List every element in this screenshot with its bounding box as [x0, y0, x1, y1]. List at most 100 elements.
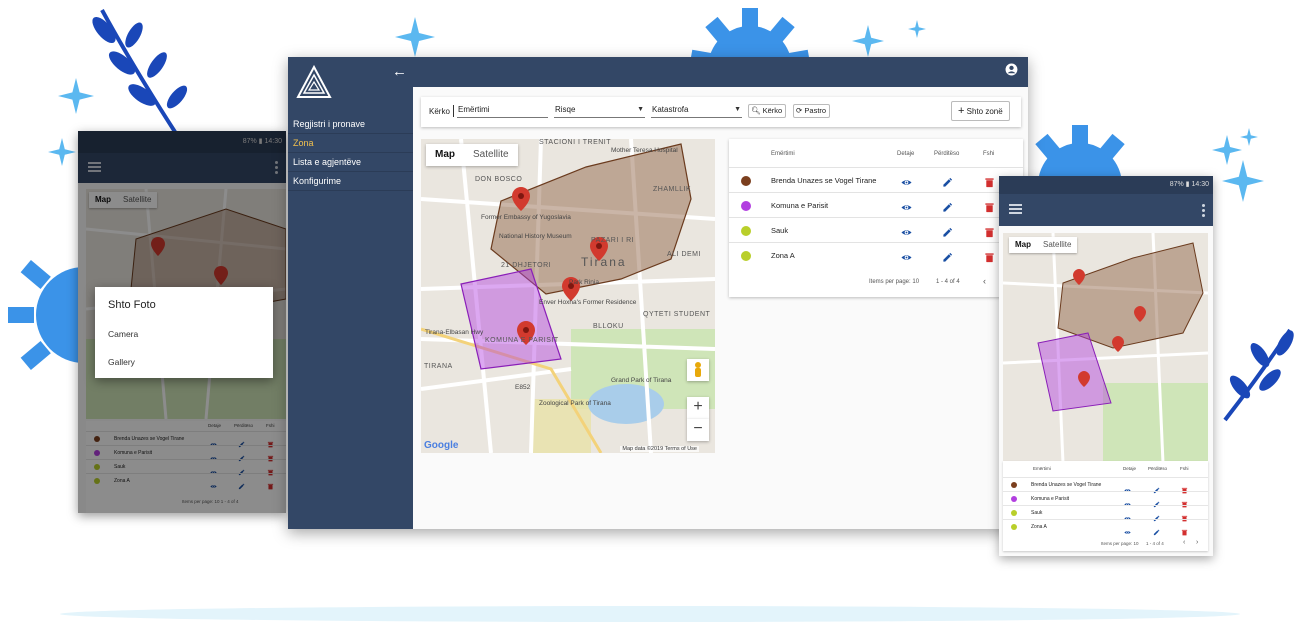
leaf-branch-icon: [1223, 328, 1294, 422]
map-label: DON BOSCO: [475, 176, 523, 183]
menu-icon[interactable]: [1009, 204, 1022, 215]
zoom-in-button[interactable]: +: [687, 397, 709, 419]
column-header-delete: Fshi: [1180, 466, 1189, 471]
zone-color-swatch: [741, 176, 751, 186]
map-label: QYTETI STUDENT: [643, 311, 711, 318]
filter-toolbar: Kërko Emërtimi Risqe ▼ Katastrofa ▼ 🔍︎ K…: [421, 97, 1021, 127]
sidebar-item-property-registry[interactable]: Regjistri i pronave: [288, 115, 413, 134]
map-label: PAZARI I RI: [591, 237, 635, 244]
clear-button[interactable]: ⟳ Pastro: [793, 104, 831, 118]
name-input-placeholder: Emërtimi: [458, 105, 490, 114]
column-header-edit: Përditëso: [1148, 466, 1168, 471]
street-view-pegman-icon[interactable]: [687, 359, 709, 381]
floor-shadow: [60, 606, 1240, 622]
delete-icon[interactable]: [984, 175, 995, 193]
sparkle-icon: [48, 138, 76, 166]
zone-color-swatch: [1011, 510, 1017, 516]
view-details-icon[interactable]: [901, 175, 912, 193]
map-tab[interactable]: Map: [426, 144, 464, 166]
risk-select[interactable]: Risqe ▼: [554, 103, 645, 118]
add-zone-label: Shto zonë: [966, 107, 1003, 116]
edit-icon[interactable]: [942, 250, 953, 268]
map-label: STACIONI I TRENIT: [539, 139, 612, 146]
sparkle-icon: [395, 17, 435, 57]
search-button[interactable]: 🔍︎ Kërko: [748, 104, 787, 118]
edit-icon[interactable]: [942, 225, 953, 243]
delete-icon[interactable]: [984, 250, 995, 268]
map-label: Tirana: [581, 255, 627, 269]
chevron-right-icon[interactable]: ›: [1196, 539, 1198, 546]
table-row: Sauk: [729, 217, 1023, 242]
view-details-icon[interactable]: [1124, 523, 1131, 541]
edit-icon[interactable]: [942, 175, 953, 193]
back-arrow-icon[interactable]: ←: [392, 63, 407, 81]
plus-icon: +: [958, 105, 965, 117]
map-label: Enver Hoxha's Former Residence: [539, 299, 637, 306]
disaster-select[interactable]: Katastrofa ▼: [651, 103, 742, 118]
map-label: Mother Teresa Hospital: [611, 147, 678, 154]
sidebar-item-agents[interactable]: Lista e agjentëve: [288, 153, 413, 172]
edit-icon[interactable]: [1153, 523, 1160, 541]
table-row: Zona A: [729, 242, 1023, 267]
marketing-stage: 87% ▮ 14:30 Map Satellite Detaje Përditë…: [0, 0, 1297, 629]
zones-map[interactable]: STACIONI I TRENIT DON BOSCO ZHAMLLIK Mot…: [421, 139, 715, 453]
status-text: 87% ▮ 14:30: [1169, 181, 1209, 188]
map-canvas: [1003, 233, 1208, 463]
camera-option[interactable]: Camera: [108, 329, 138, 339]
map-label: Former Embassy of Yugoslavia: [481, 214, 571, 221]
map-label: KOMUNA E PARISIT: [485, 337, 559, 344]
table-row: Komuna e Parisit: [1003, 491, 1208, 508]
map-label: ALI DEMI: [667, 251, 701, 258]
sparkle-icon: [1222, 160, 1264, 202]
chevron-left-icon[interactable]: ‹: [983, 276, 986, 286]
sidebar-item-zones[interactable]: Zona: [288, 134, 413, 153]
view-details-icon[interactable]: [901, 200, 912, 218]
search-label: Kërko: [429, 107, 450, 116]
map-type-toggle: Map Satellite: [1009, 237, 1078, 253]
items-per-page[interactable]: Items per page: 10: [869, 279, 919, 285]
disaster-select-value: Katastrofa: [652, 105, 689, 114]
app-bar: [999, 194, 1213, 226]
zone-color-swatch: [1011, 482, 1017, 488]
map-marker-icon: [1112, 336, 1124, 352]
satellite-tab[interactable]: Satellite: [464, 144, 518, 166]
edit-icon[interactable]: [942, 200, 953, 218]
map-attribution[interactable]: Map data ©2019 Terms of Use: [620, 446, 699, 452]
column-header-name: Emërtimi: [1033, 466, 1051, 471]
zone-name: Komuna e Parisit: [771, 201, 829, 210]
app-logo-icon: [296, 65, 332, 98]
map[interactable]: Map Satellite: [1003, 233, 1208, 463]
chevron-down-icon: ▼: [637, 106, 644, 113]
view-details-icon[interactable]: [901, 225, 912, 243]
zone-name: Brenda Unazes se Vogel Tirane: [771, 176, 877, 185]
zoom-out-button[interactable]: −: [687, 419, 709, 441]
desktop-app-window: Regjistri i pronave Zona Lista e agjentë…: [288, 57, 1028, 529]
sidebar-nav: Regjistri i pronave Zona Lista e agjentë…: [288, 115, 413, 191]
delete-icon[interactable]: [984, 225, 995, 243]
account-icon[interactable]: [1005, 63, 1018, 76]
more-options-icon[interactable]: [1202, 204, 1205, 219]
delete-icon[interactable]: [984, 200, 995, 218]
satellite-tab[interactable]: Satellite: [1037, 237, 1077, 253]
gallery-option[interactable]: Gallery: [108, 357, 135, 367]
sidebar: Regjistri i pronave Zona Lista e agjentë…: [288, 57, 413, 529]
map-tab[interactable]: Map: [1009, 237, 1037, 253]
table-row: Sauk: [1003, 505, 1208, 522]
pagination-range: 1 - 4 of 4: [936, 279, 960, 285]
view-details-icon[interactable]: [901, 250, 912, 268]
sidebar-item-settings[interactable]: Konfigurime: [288, 172, 413, 191]
name-input[interactable]: Emërtimi: [457, 103, 548, 118]
zone-color-swatch: [741, 226, 751, 236]
left-phone-screen: 87% ▮ 14:30 Map Satellite Detaje Përditë…: [78, 131, 286, 513]
items-per-page[interactable]: Items per page: 10: [1101, 541, 1139, 546]
chevron-left-icon[interactable]: ‹: [1183, 539, 1185, 546]
zone-color-swatch: [1011, 524, 1017, 530]
zone-name: Komuna e Parisit: [1031, 496, 1070, 502]
sparkle-icon: [908, 20, 926, 38]
leaf-branch-icon: [92, 9, 188, 137]
add-zone-button[interactable]: + Shto zonë: [951, 101, 1010, 121]
table-row: Zona A: [1003, 519, 1208, 536]
column-header-edit: Përditëso: [934, 151, 960, 157]
table-row: Brenda Unazes se Vogel Tirane: [1003, 477, 1208, 494]
map-label: TIRANA: [424, 363, 453, 370]
